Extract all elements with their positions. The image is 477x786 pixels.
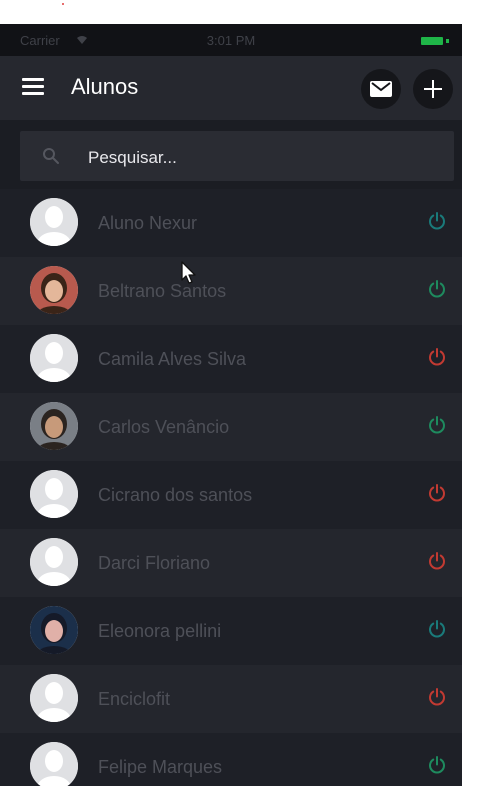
power-icon[interactable] — [427, 483, 447, 503]
search-input[interactable] — [86, 145, 430, 171]
right-margin — [462, 24, 477, 786]
student-name: Eleonora pellini — [98, 621, 222, 641]
avatar-photo — [30, 606, 78, 654]
student-name: Cicrano dos santos — [98, 485, 253, 505]
top-margin — [0, 0, 477, 24]
student-row[interactable]: Darci Floriano — [0, 529, 462, 597]
student-row[interactable]: Camila Alves Silva — [0, 325, 462, 393]
status-bar: Carrier 3:01 PM — [0, 24, 462, 56]
avatar-placeholder — [30, 198, 78, 246]
page-title: Alunos — [71, 74, 139, 99]
student-name: Felipe Marques — [98, 757, 223, 777]
avatar-photo — [30, 402, 78, 450]
avatar-photo — [30, 266, 78, 314]
power-icon[interactable] — [427, 755, 447, 775]
phone-screen: Carrier 3:01 PM Alunos Pesquisar... Alun… — [0, 24, 462, 786]
add-button[interactable] — [413, 69, 453, 109]
mail-icon — [370, 81, 392, 97]
red-dot-artifact — [62, 3, 64, 5]
power-icon[interactable] — [427, 619, 447, 639]
power-icon[interactable] — [427, 551, 447, 571]
student-row[interactable]: Aluno Nexur — [0, 189, 462, 257]
power-icon[interactable] — [427, 279, 447, 299]
avatar-placeholder — [30, 742, 78, 786]
avatar-placeholder — [30, 538, 78, 586]
power-icon[interactable] — [427, 415, 447, 435]
student-name: Darci Floriano — [98, 553, 211, 573]
plus-icon — [424, 80, 442, 98]
power-icon[interactable] — [427, 687, 447, 707]
student-row[interactable]: Beltrano Santos — [0, 257, 462, 325]
student-row[interactable]: Cicrano dos santos — [0, 461, 462, 529]
mail-button[interactable] — [361, 69, 401, 109]
search-box[interactable] — [20, 131, 454, 181]
student-name: Aluno Nexur — [98, 213, 198, 233]
student-list: Aluno Nexur Beltrano Santos Camila Alves S… — [0, 189, 462, 786]
power-icon[interactable] — [427, 211, 447, 231]
hamburger-menu-icon[interactable] — [22, 78, 46, 96]
search-icon — [43, 148, 59, 164]
student-name: Enciclofit — [98, 689, 171, 709]
student-row[interactable]: Eleonora pellini — [0, 597, 462, 665]
avatar-placeholder — [30, 674, 78, 722]
student-row[interactable]: Enciclofit — [0, 665, 462, 733]
student-name: Beltrano Santos — [98, 281, 227, 301]
avatar-placeholder — [30, 470, 78, 518]
status-time: 3:01 PM — [206, 33, 256, 48]
avatar-placeholder — [30, 334, 78, 382]
search-bar — [0, 120, 462, 194]
student-name: Carlos Venâncio — [98, 417, 230, 437]
student-row[interactable]: Felipe Marques — [0, 733, 462, 786]
battery-icon — [421, 37, 443, 45]
power-icon[interactable] — [427, 347, 447, 367]
student-name: Camila Alves Silva — [98, 349, 247, 369]
app-header: Alunos — [0, 56, 462, 120]
battery-tip — [446, 39, 449, 43]
student-row[interactable]: Carlos Venâncio — [0, 393, 462, 461]
